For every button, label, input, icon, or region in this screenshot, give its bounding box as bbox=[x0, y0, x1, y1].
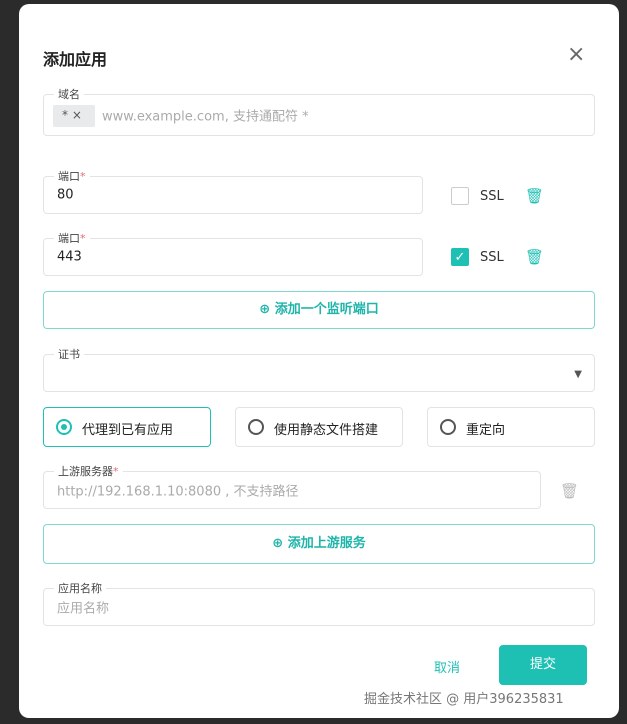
add-app-dialog: 添加应用 × 域名 * × www.example.com, 支持通配符 * 端… bbox=[19, 4, 619, 718]
mode-redirect[interactable]: 重定向 bbox=[427, 407, 595, 447]
domain-label: 域名 bbox=[54, 86, 84, 102]
port-label: 端口* bbox=[54, 230, 90, 246]
delete-upstream-icon[interactable]: 🗑 bbox=[560, 482, 579, 500]
mode-static[interactable]: 使用静态文件搭建 bbox=[235, 407, 403, 447]
cert-label: 证书 bbox=[54, 346, 84, 362]
cert-select[interactable]: 证书 ▼ bbox=[43, 346, 595, 392]
radio-icon bbox=[56, 419, 72, 435]
radio-icon bbox=[440, 419, 456, 435]
mode-label: 代理到已有应用 bbox=[82, 423, 174, 438]
app-name-field[interactable]: 应用名称 应用名称 bbox=[43, 580, 595, 626]
upstream-placeholder: http://192.168.1.10:8080 , 不支持路径 bbox=[57, 484, 299, 500]
port-value: 443 bbox=[57, 249, 82, 265]
ssl-label: SSL bbox=[480, 189, 504, 204]
mode-label: 使用静态文件搭建 bbox=[274, 423, 379, 438]
close-icon[interactable]: × bbox=[567, 42, 585, 67]
ssl-label: SSL bbox=[480, 250, 504, 265]
delete-port-2-icon[interactable]: 🗑 bbox=[525, 248, 544, 266]
mode-proxy[interactable]: 代理到已有应用 bbox=[43, 407, 211, 447]
app-name-placeholder: 应用名称 bbox=[57, 601, 110, 617]
port-field-2[interactable]: 端口* 443 bbox=[43, 230, 423, 276]
submit-button[interactable]: 提交 bbox=[499, 645, 587, 685]
port-value: 80 bbox=[57, 187, 74, 203]
upstream-label: 上游服务器* bbox=[54, 463, 123, 479]
delete-port-1-icon[interactable]: 🗑 bbox=[525, 187, 544, 205]
ssl-checkbox-1[interactable] bbox=[451, 187, 469, 205]
ssl-checkbox-2[interactable]: ✓ bbox=[451, 248, 469, 266]
add-port-button[interactable]: ⊕ 添加一个监听端口 bbox=[43, 291, 595, 329]
domain-field[interactable]: 域名 * × www.example.com, 支持通配符 * bbox=[43, 86, 595, 136]
radio-icon bbox=[248, 419, 264, 435]
domain-chip[interactable]: * × bbox=[53, 105, 95, 127]
chevron-down-icon: ▼ bbox=[574, 369, 582, 380]
upstream-field[interactable]: 上游服务器* http://192.168.1.10:8080 , 不支持路径 bbox=[43, 463, 541, 509]
port-field-1[interactable]: 端口* 80 bbox=[43, 168, 423, 214]
cancel-button[interactable]: 取消 bbox=[419, 657, 475, 676]
dialog-title: 添加应用 bbox=[43, 50, 108, 69]
app-name-label: 应用名称 bbox=[54, 580, 106, 596]
domain-placeholder: www.example.com, 支持通配符 * bbox=[102, 109, 309, 125]
mode-label: 重定向 bbox=[466, 423, 506, 438]
watermark: 掘金技术社区 @ 用户396235831 bbox=[364, 692, 564, 707]
port-label: 端口* bbox=[54, 168, 90, 184]
add-upstream-button[interactable]: ⊕ 添加上游服务 bbox=[43, 524, 595, 564]
